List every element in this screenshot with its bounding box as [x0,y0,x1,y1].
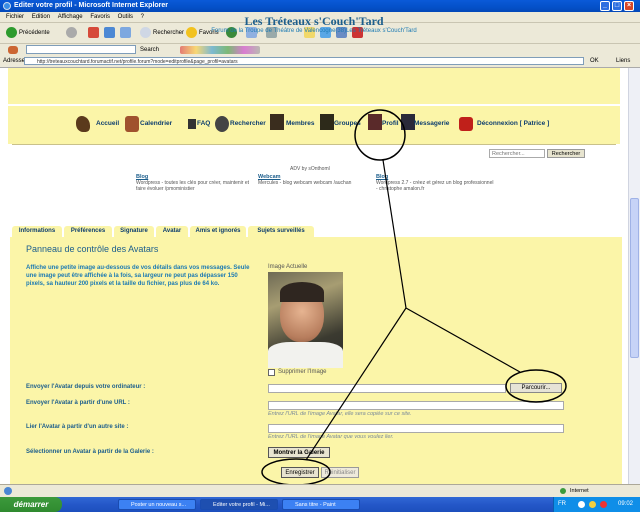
window-title: Editer votre profil - Microsoft Internet… [14,2,169,9]
profile-icon [368,114,382,130]
tab-signature[interactable]: Signature [114,226,154,237]
link-avatar-label: Lier l'Avatar à partir d'un autre site : [26,424,129,430]
panel-title: Panneau de contrôle des Avatars [26,244,159,254]
nav-faq[interactable]: FAQ [197,120,210,127]
address-label: Adresse [3,58,26,64]
toolbar-search-input[interactable] [26,45,136,54]
tab-friends[interactable]: Amis et ignorés [190,226,246,237]
current-avatar-image [268,272,343,368]
link-avatar-hint: Entrez l'URL de l'image Avatar que vous … [268,434,394,440]
ad-text: Mercules - blog webcam webcam /auchan [258,180,352,186]
url-upload-label: Envoyer l'Avatar à partir d'une URL : [26,400,130,406]
nav-messages[interactable]: Messagerie [414,120,449,127]
ad-text: Wordpress 2.7 - créez et gérez un blog p… [376,180,494,192]
task-edit-profile[interactable]: Editer votre profil - Mi... [200,499,278,510]
delete-image-checkbox[interactable] [268,369,275,376]
language-indicator[interactable]: FR [558,497,566,512]
site-title[interactable]: Les Tréteaux s'Couch'Tard [0,14,628,29]
ad-block-1[interactable]: Blog Wordpress - toutes les clés pour cré… [136,174,256,192]
nav-groups[interactable]: Groupes [334,120,361,127]
nav-profile[interactable]: Profil [382,120,399,127]
mail-icon [401,114,415,130]
nav-logout[interactable]: Déconnexion [ Patrice ] [477,120,549,127]
tray-app-icon[interactable] [600,501,607,508]
maximize-button[interactable]: □ [612,1,622,11]
zone-label: Internet [570,488,589,494]
vertical-scrollbar[interactable] [628,68,640,484]
links-button[interactable]: Liens [616,56,630,67]
minimize-button[interactable]: _ [600,1,610,11]
upload-label: Envoyer l'Avatar depuis votre ordinateur… [26,384,146,390]
url-upload-input[interactable] [268,401,564,410]
members-icon [270,114,284,130]
tray-network-icon[interactable] [578,501,585,508]
nav-members[interactable]: Membres [286,120,315,127]
groups-icon [320,114,334,130]
show-gallery-button[interactable]: Montrer la Galerie [268,447,330,458]
nav-calendar[interactable]: Calendrier [140,120,172,127]
ad-text: Wordpress - toutes les clés pour créer, … [136,180,250,192]
address-input[interactable]: http://treteauxcouchtard.forumactif.net/… [24,57,584,65]
task-post-new[interactable]: Poster un nouveau s... [118,499,196,510]
avatar-shirt [268,342,343,368]
forum-search-button[interactable]: Rechercher [547,149,585,158]
faq-icon [188,119,196,129]
toolbar-search-button[interactable]: Search [140,44,159,56]
nav-divider [12,144,616,145]
window-titlebar[interactable]: Editer votre profil - Microsoft Internet… [0,0,640,12]
avatar-hair [280,282,324,302]
current-image-label: Image Actuelle [268,264,308,270]
forum-search-input[interactable]: Rechercher... [489,149,545,158]
save-button[interactable]: Enregistrer [281,467,319,478]
site-subtitle: Forum de la Troupe de Théâtre de Valenco… [211,28,417,34]
gallery-label: Sélectionner un Avatar à partir de la Ga… [26,449,154,455]
go-button[interactable]: OK [590,56,599,67]
tab-avatar[interactable]: Avatar [156,226,188,237]
site-header [8,68,620,104]
task-paint[interactable]: Sans titre - Paint [282,499,360,510]
scrollbar-thumb[interactable] [630,198,639,358]
upload-file-input[interactable] [268,384,506,393]
internet-zone-icon [560,488,566,494]
ad-block-3[interactable]: Blog Wordpress 2.7 - créez et gérez un bl… [376,174,494,192]
tab-informations[interactable]: Informations [12,226,62,237]
url-upload-hint: Entrez l'URL de l'image Avatar, elle ser… [268,411,412,417]
toolbar-icons-strip[interactable] [180,46,260,54]
delete-image-label[interactable]: Supprimer l'Image [278,369,327,375]
ad-block-2[interactable]: Webcam Mercules - blog webcam webcam /auc… [258,174,366,186]
reset-button[interactable]: Réinitialiser [321,467,359,478]
home-icon [76,116,90,132]
ie-logo-icon [3,2,11,10]
toolbar-logo-icon [8,46,18,54]
close-button[interactable]: × [624,1,634,11]
tab-preferences[interactable]: Préférences [64,226,112,237]
system-tray: FR 09:02 [553,497,640,512]
panel-description: Affiche une petite image au-dessous de v… [26,265,250,287]
start-button[interactable]: démarrer [0,497,62,512]
address-bar: Adresse http://treteauxcouchtard.forumac… [0,56,640,68]
clock: 09:02 [618,501,634,507]
browse-button[interactable]: Parcourir... [510,383,562,393]
nav-home[interactable]: Accueil [96,120,119,127]
power-icon [459,117,473,131]
tab-watched-topics[interactable]: Sujets surveillés [248,226,314,237]
nav-search[interactable]: Rechercher [230,120,266,127]
page-icon [4,487,12,495]
status-bar: Internet [0,484,640,497]
tray-volume-icon[interactable] [589,501,596,508]
search-nav-icon [215,116,229,132]
link-avatar-input[interactable] [268,424,564,433]
calendar-icon [125,116,139,132]
ads-label: ADV by sOnthoml [290,166,330,172]
